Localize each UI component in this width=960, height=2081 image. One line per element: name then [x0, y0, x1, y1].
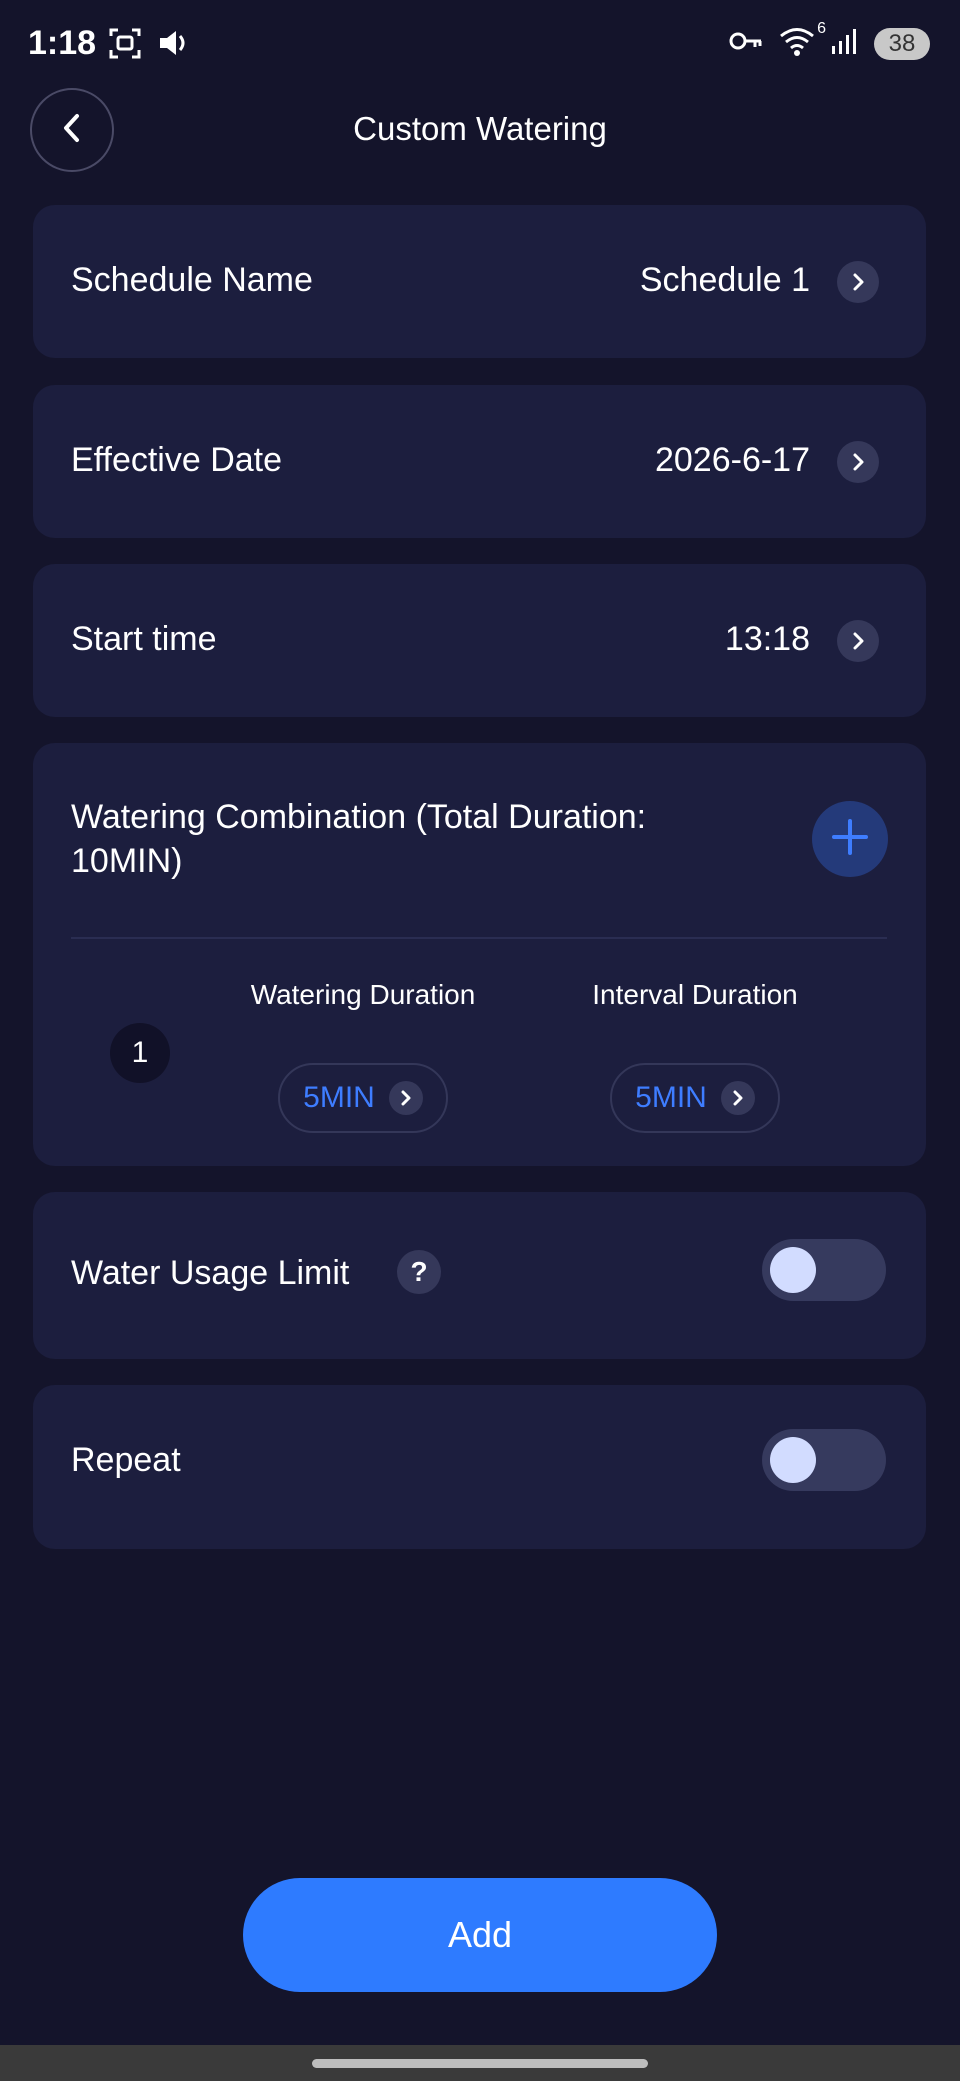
start-time-row[interactable]: Start time 13:18	[33, 564, 926, 717]
effective-date-label: Effective Date	[71, 441, 283, 479]
status-right-icons: 6 38	[728, 20, 930, 61]
interval-duration-header: Interval Duration	[592, 979, 798, 1010]
wifi-icon: 6	[778, 20, 826, 61]
watering-duration-button[interactable]: 5MIN	[278, 1063, 448, 1133]
schedule-name-row[interactable]: Schedule Name Schedule 1	[33, 205, 926, 358]
interval-duration-value: 5MIN	[635, 1081, 707, 1114]
chevron-right-icon[interactable]	[837, 620, 879, 662]
watering-duration-value: 5MIN	[303, 1081, 375, 1114]
signal-icon	[830, 26, 860, 61]
key-icon	[728, 28, 764, 59]
navigation-bar	[0, 2045, 960, 2081]
repeat-row: Repeat	[33, 1385, 926, 1549]
watering-combination-card: Watering Combination (Total Duration: 10…	[33, 743, 926, 1166]
water-usage-limit-row: Water Usage Limit ?	[33, 1192, 926, 1359]
effective-date-row[interactable]: Effective Date 2026-6-17	[33, 385, 926, 538]
water-usage-limit-label: Water Usage Limit	[71, 1254, 350, 1292]
screenshot-icon	[108, 26, 142, 65]
repeat-label: Repeat	[71, 1441, 181, 1479]
chevron-right-icon[interactable]	[837, 441, 879, 483]
battery-icon: 38	[874, 27, 930, 60]
add-step-button[interactable]	[812, 801, 888, 877]
status-bar: 1:18 6 38	[0, 0, 960, 90]
divider	[71, 937, 887, 939]
status-time: 1:18	[28, 24, 97, 62]
page-title: Custom Watering	[353, 110, 607, 147]
interval-duration-button[interactable]: 5MIN	[610, 1063, 780, 1133]
help-icon[interactable]: ?	[397, 1250, 441, 1294]
start-time-value: 13:18	[724, 620, 810, 658]
plus-icon	[830, 817, 870, 862]
toggle-knob	[770, 1247, 816, 1293]
home-indicator[interactable]	[312, 2059, 648, 2068]
chevron-right-icon[interactable]	[837, 261, 879, 303]
volume-icon	[156, 26, 190, 65]
start-time-label: Start time	[71, 620, 217, 658]
add-button[interactable]: Add	[243, 1878, 717, 1992]
repeat-toggle[interactable]	[762, 1429, 886, 1491]
chevron-right-icon	[720, 1081, 755, 1115]
watering-combination-title: Watering Combination (Total Duration: 10…	[71, 798, 647, 880]
schedule-name-label: Schedule Name	[71, 261, 313, 299]
status-left-icons	[108, 26, 190, 65]
water-usage-limit-toggle[interactable]	[762, 1239, 886, 1301]
step-number: 1	[110, 1023, 170, 1083]
wifi-badge: 6	[817, 20, 826, 37]
watering-duration-header: Watering Duration	[250, 979, 476, 1010]
chevron-right-icon	[388, 1081, 423, 1115]
effective-date-value: 2026-6-17	[654, 441, 810, 479]
schedule-name-value: Schedule 1	[639, 261, 810, 299]
toggle-knob	[770, 1437, 816, 1483]
